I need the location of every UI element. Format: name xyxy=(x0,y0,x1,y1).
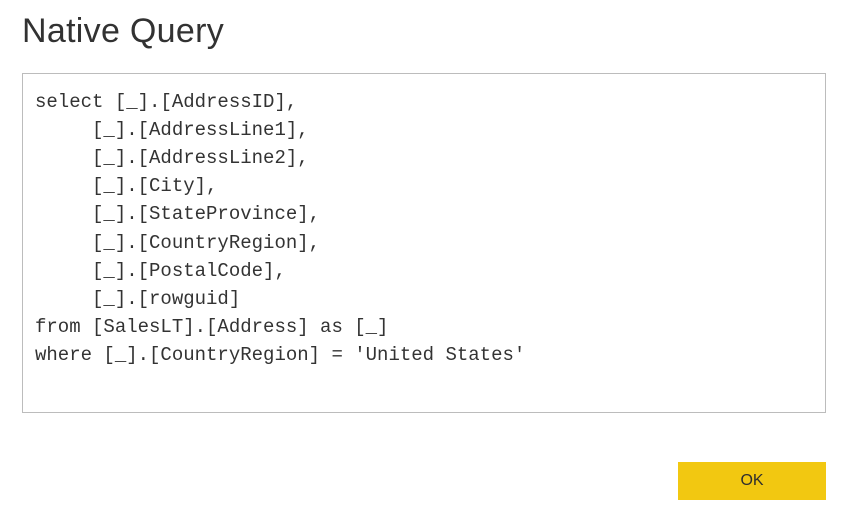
ok-button[interactable]: OK xyxy=(678,462,826,500)
dialog-title: Native Query xyxy=(22,12,826,51)
dialog-footer: OK xyxy=(678,462,826,500)
native-query-content: select [_].[AddressID], [_].[AddressLine… xyxy=(22,73,826,413)
